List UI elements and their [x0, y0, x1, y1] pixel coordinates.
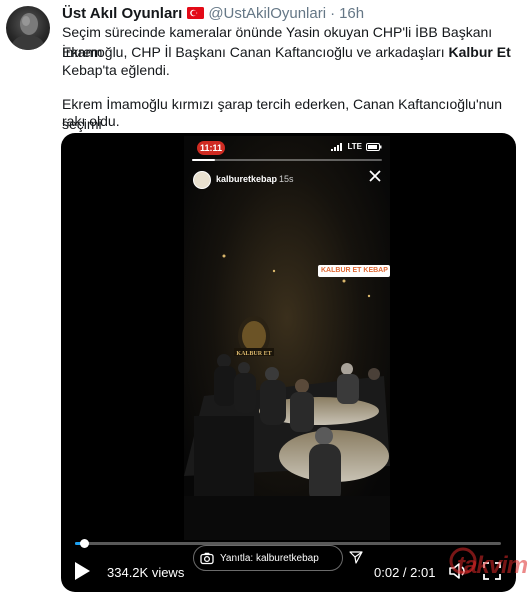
restaurant-scene: KALBUR ET: [184, 136, 390, 540]
tweet-text-segment: İmamoğlu, CHP İl Başkanı Canan Kaftancıo…: [62, 44, 449, 60]
separator: ·: [330, 4, 336, 22]
send-icon[interactable]: [349, 550, 363, 564]
play-icon[interactable]: [73, 561, 91, 581]
seek-bar-knob[interactable]: [79, 539, 89, 548]
reply-placeholder: Yanıtla: kalburetkebap: [220, 552, 319, 564]
tweet-time[interactable]: 16h: [339, 5, 364, 22]
handle[interactable]: @UstAkilOyunlari: [208, 5, 326, 22]
story-frame: KALBUR ET 11:11 LTE kalburetkebap 15s KA…: [184, 136, 390, 540]
tweet-text-line-3: Kebap'ta eğlendi.: [62, 62, 170, 78]
watermark: takvim: [457, 552, 528, 579]
mention-kalbur-et: Kalbur Et: [448, 44, 511, 60]
reply-field[interactable]: Yanıtla: kalburetkebap: [193, 545, 343, 571]
story-progress: [192, 159, 382, 161]
story-progress-fill: [192, 159, 215, 161]
close-icon[interactable]: [368, 169, 382, 183]
video-timestamp: 0:02 / 2:01: [374, 565, 436, 580]
tweet-text-line-2: İmamoğlu, CHP İl Başkanı Canan Kaftancıo…: [62, 42, 514, 62]
story-avatar[interactable]: [193, 171, 211, 189]
turkey-flag-icon: [187, 7, 205, 19]
signal-icon: [331, 142, 343, 151]
avatar[interactable]: [6, 6, 50, 50]
status-time: 11:11: [197, 141, 225, 155]
battery-icon: [366, 142, 382, 151]
tweet-text-para2-line-2: rakı oldu.: [62, 113, 120, 129]
display-name[interactable]: Üst Akıl Oyunları: [62, 5, 182, 22]
tweet-header: Üst Akıl Oyunları @UstAkilOyunlari · 16h: [62, 4, 364, 22]
story-username[interactable]: kalburetkebap: [216, 174, 277, 184]
status-icons: LTE: [331, 142, 382, 151]
location-sticker: KALBUR ET KEBAP: [318, 265, 390, 277]
network-label: LTE: [347, 142, 362, 151]
tweet: Üst Akıl Oyunları @UstAkilOyunlari · 16h…: [0, 0, 528, 598]
seek-bar[interactable]: [75, 539, 501, 548]
view-count: 334.2K views: [107, 565, 185, 580]
sign-text: KALBUR ET: [236, 351, 271, 357]
story-elapsed: 15s: [279, 174, 294, 184]
avatar-portrait: [12, 13, 44, 50]
camera-icon[interactable]: [200, 551, 214, 565]
video-player[interactable]: KALBUR ET 11:11 LTE kalburetkebap 15s KA…: [61, 133, 516, 592]
